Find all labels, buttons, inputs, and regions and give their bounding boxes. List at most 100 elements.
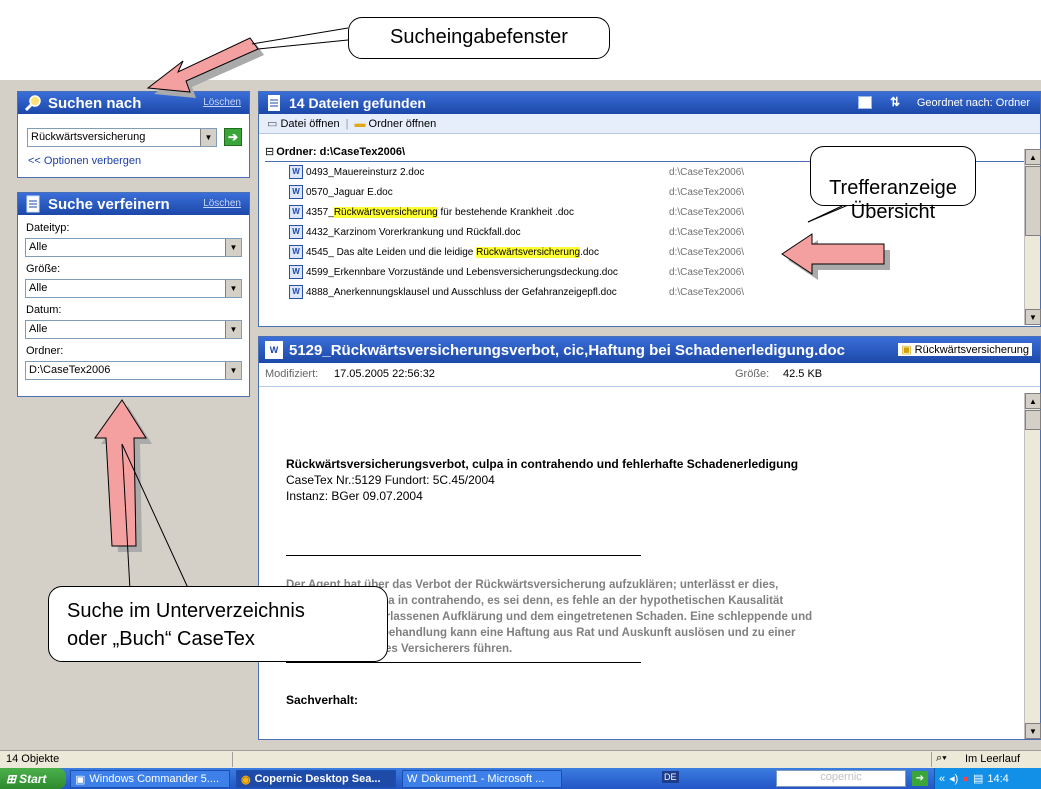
chevron-down-icon[interactable]: ▼	[225, 280, 241, 297]
size-select[interactable]: Alle ▼	[25, 279, 242, 298]
tray-expand-icon[interactable]: «	[939, 773, 945, 785]
preview-keyword[interactable]: ▣ Rückwärtsversicherung	[898, 343, 1032, 356]
folder-select[interactable]: D:\CaseTex2006 ▼	[25, 361, 242, 380]
open-folder-label: Ordner öffnen	[368, 117, 437, 130]
start-button[interactable]: ⊞ Start	[0, 768, 66, 789]
scroll-down-button[interactable]: ▼	[1025, 309, 1041, 325]
refine-panel: Suche verfeinern Löschen Dateityp: Alle …	[17, 192, 250, 397]
taskbar-item-copernic[interactable]: ◉ Copernic Desktop Sea...	[236, 770, 396, 788]
filename-part: 0493_Mauereinsturz 2.doc	[306, 166, 425, 178]
open-folder-button[interactable]: ▬ Ordner öffnen	[354, 118, 436, 130]
doc-heading: Rückwärtsversicherungsverbot, culpa in c…	[286, 457, 799, 471]
chevron-down-icon[interactable]: ▼	[225, 321, 241, 338]
callout-search-text: Sucheingabefenster	[390, 26, 568, 48]
doc-rule-2	[286, 662, 641, 663]
size-label: Größe:	[26, 263, 61, 275]
size-value: Alle	[29, 282, 48, 294]
result-folder-path: d:\CaseTex2006\	[669, 186, 745, 198]
copernic-deskbar-input[interactable]: copernic	[776, 770, 906, 787]
result-row[interactable]: W 4599_Erkennbare Vorzustände und Lebensv…	[289, 262, 1009, 282]
result-row[interactable]: W 4545_ Das alte Leiden und die leidige R…	[289, 242, 1009, 262]
folder-value: D:\CaseTex2006	[29, 364, 111, 376]
result-filename: 0570_Jaguar E.doc	[306, 187, 393, 198]
result-row[interactable]: W 4888_Anerkennungsklausel und Ausschluss…	[289, 282, 1009, 302]
collapse-icon[interactable]: ⊟	[265, 145, 274, 158]
result-row[interactable]: W 4432_Karzinom Vorerkrankung und Rückfal…	[289, 222, 1009, 242]
search-clear-link[interactable]: Löschen	[203, 97, 241, 108]
date-select[interactable]: Alle ▼	[25, 320, 242, 339]
doc-line-1: CaseTex Nr.:5129 Fundort: 5C.45/2004	[286, 473, 495, 487]
scroll-thumb[interactable]	[1025, 410, 1041, 430]
scroll-thumb[interactable]	[1025, 166, 1041, 236]
modified-value: 17.05.2005 22:56:32	[334, 368, 435, 380]
view-options-icon[interactable]	[858, 96, 872, 109]
language-indicator[interactable]: DE	[662, 771, 679, 783]
group-label: Ordner: d:\CaseTex2006\	[276, 145, 406, 158]
open-file-label: Datei öffnen	[280, 118, 340, 130]
chevron-down-icon[interactable]: ▼	[200, 129, 216, 146]
hide-options-link[interactable]: << Optionen verbergen	[28, 155, 141, 167]
security-icon[interactable]: ●	[962, 773, 969, 785]
callout-search-window: Sucheingabefenster	[348, 17, 610, 59]
filetype-label: Dateityp:	[26, 222, 70, 234]
status-search-icon[interactable]: ⌕▾	[936, 752, 947, 765]
keyword-highlight: Rückwärtsversicherung	[333, 206, 438, 218]
filename-part: 4888_Anerkennungsklausel und Ausschluss …	[306, 286, 617, 298]
taskbar-item-label: Copernic Desktop Sea...	[254, 773, 381, 785]
result-filename: 4545_ Das alte Leiden und die leidige Rü…	[306, 246, 599, 258]
preview-document: Rückwärtsversicherungsverbot, culpa in c…	[259, 387, 1024, 739]
search-go-button[interactable]: ➔	[224, 128, 242, 146]
preview-scrollbar[interactable]: ▲ ▼	[1024, 393, 1041, 739]
clock: 14:4	[987, 772, 1009, 785]
results-title: 14 Dateien gefunden	[289, 95, 426, 111]
taskbar-item-label: Windows Commander 5....	[89, 773, 220, 785]
search-query-input[interactable]: Rückwärtsversicherung ▼	[27, 128, 217, 147]
disk-icon: ▣	[75, 773, 86, 786]
chevron-down-icon[interactable]: ▼	[225, 239, 241, 256]
doc-section-heading: Sachverhalt:	[286, 693, 359, 707]
arrow-right-icon: ➔	[227, 130, 239, 144]
deskbar-go-button[interactable]: ➔	[912, 771, 928, 786]
result-filename: 4888_Anerkennungsklausel und Ausschluss …	[306, 287, 617, 298]
filename-part: 0570_Jaguar E.doc	[306, 186, 393, 198]
results-scrollbar[interactable]: ▲ ▼	[1024, 149, 1041, 325]
scroll-down-button[interactable]: ▼	[1025, 723, 1041, 739]
filename-part: .doc	[580, 246, 599, 258]
preview-meta: Modifiziert: 17.05.2005 22:56:32 Größe: …	[259, 363, 1040, 387]
network-icon[interactable]: ▤	[973, 772, 983, 785]
preview-panel: W 5129_Rückwärtsversicherungsverbot, cic…	[258, 336, 1041, 740]
scroll-up-button[interactable]: ▲	[1025, 393, 1041, 409]
size-meta-label: Größe:	[735, 368, 770, 380]
open-file-button[interactable]: ▭ Datei öffnen	[267, 117, 340, 130]
result-filename: 4432_Karzinom Vorerkrankung und Rückfall…	[306, 227, 521, 238]
taskbar-item-commander[interactable]: ▣ Windows Commander 5....	[70, 770, 230, 788]
system-tray: « ◂) ● ▤ 14:4	[934, 768, 1041, 789]
filename-part: für bestehende Krankheit .doc	[437, 206, 574, 218]
doc-rule-1	[286, 555, 641, 556]
results-header: 14 Dateien gefunden ⇅ Geordnet nach: Ord…	[259, 92, 1040, 114]
chevron-down-icon[interactable]: ▼	[225, 362, 241, 379]
sort-dropdown[interactable]: Geordnet nach: Ordner	[917, 97, 1030, 109]
windows-logo-icon: ⊞	[6, 771, 17, 786]
toolbar-divider: |	[345, 117, 349, 130]
document-icon	[268, 95, 280, 111]
scroll-up-button[interactable]: ▲	[1025, 149, 1041, 165]
word-icon: W	[407, 773, 418, 785]
callout-subdirectory: Suche im Unterverzeichnis oder „Buch“ Ca…	[48, 586, 388, 662]
taskbar-item-word[interactable]: W Dokument1 - Microsoft ...	[402, 770, 562, 788]
filename-part: 4357_	[306, 206, 334, 218]
search-panel-title: Suchen nach	[48, 94, 142, 112]
filename-part: 4432_Karzinom Vorerkrankung und Rückfall…	[306, 226, 521, 238]
deskbar-placeholder: copernic	[820, 771, 862, 783]
speaker-icon[interactable]: ◂)	[949, 772, 958, 785]
result-folder-path: d:\CaseTex2006\	[669, 286, 745, 298]
start-label: Start	[19, 771, 47, 786]
filetype-select[interactable]: Alle ▼	[25, 238, 242, 257]
result-filename: 4357_Rückwärtsversicherung für bestehend…	[306, 206, 574, 218]
folder-icon: ▬	[354, 117, 366, 130]
taskbar: ⊞ Start ▣ Windows Commander 5.... ◉ Coperni…	[0, 768, 1041, 789]
refine-panel-title: Suche verfeinern	[48, 195, 170, 213]
callout-subdir-line-2: oder „Buch“ CaseTex	[67, 628, 255, 650]
sort-icon[interactable]: ⇅	[890, 95, 900, 109]
refine-clear-link[interactable]: Löschen	[203, 198, 241, 209]
